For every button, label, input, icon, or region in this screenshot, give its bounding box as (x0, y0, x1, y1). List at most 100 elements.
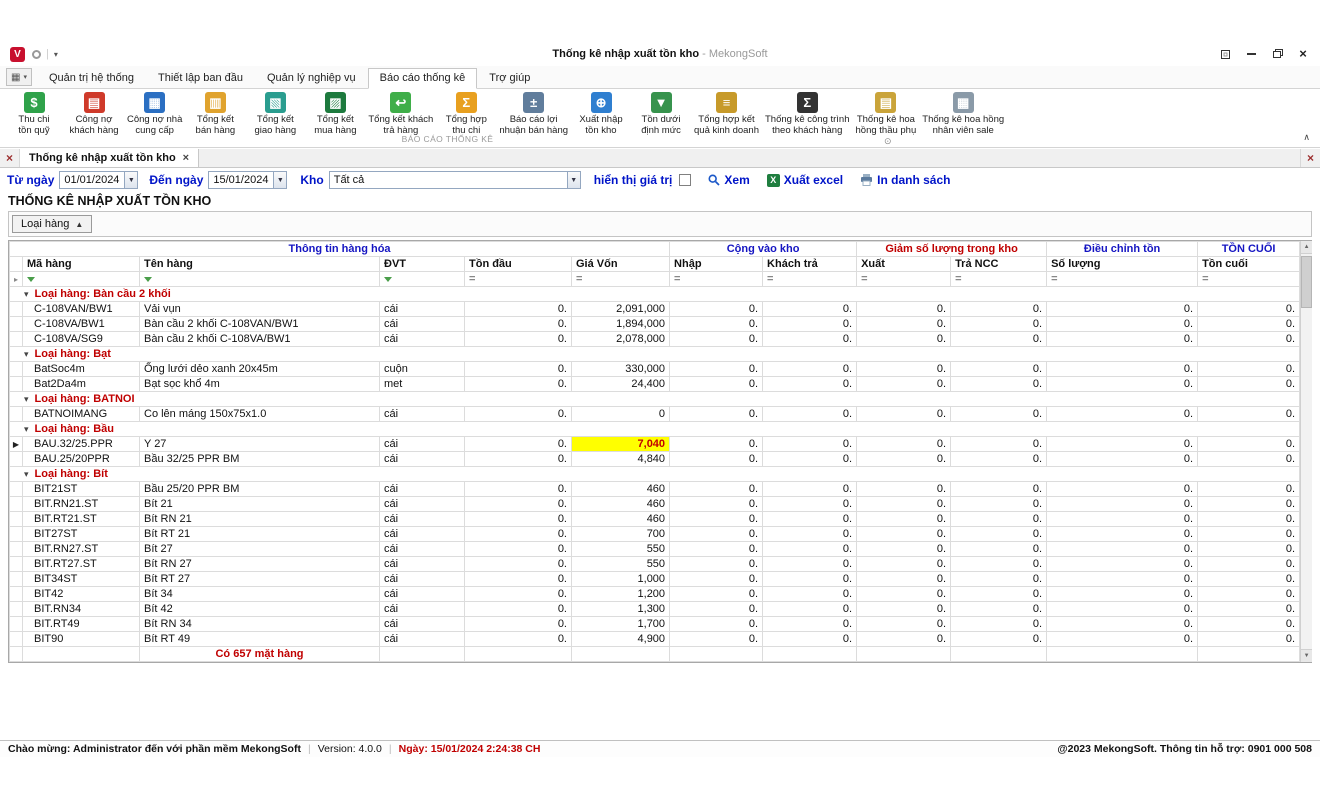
cell-tra-ncc[interactable]: 0. (951, 317, 1047, 332)
cell-xuat[interactable]: 0. (857, 497, 951, 512)
cell-gia-von[interactable]: 4,840 (572, 452, 670, 467)
cell-ten-hang[interactable]: Bít 34 (140, 587, 380, 602)
cell-khach-tra[interactable]: 0. (763, 497, 857, 512)
cell-so-luong[interactable]: 0. (1047, 602, 1198, 617)
cell-ma-hang[interactable]: BIT34ST (23, 572, 140, 587)
warehouse-select[interactable]: Tất cả ▼ (329, 171, 581, 189)
column-header-xuat[interactable]: Xuất (857, 257, 951, 272)
cell-xuat[interactable]: 0. (857, 587, 951, 602)
cell-khach-tra[interactable]: 0. (763, 617, 857, 632)
cell-khach-tra[interactable]: 0. (763, 482, 857, 497)
column-header-ton-cuoi[interactable]: Tồn cuối (1198, 257, 1300, 272)
column-header-so-luong[interactable]: Số lượng (1047, 257, 1198, 272)
cell-so-luong[interactable]: 0. (1047, 572, 1198, 587)
cell-ton-cuoi[interactable]: 0. (1198, 482, 1300, 497)
app-menu-button[interactable]: ▦▾ (6, 68, 32, 86)
tabstrip-close-right-button[interactable]: × (1300, 149, 1320, 167)
ribbon-button-tong-hop-ket-qua-kinh-doanh[interactable]: ≡Tổng hợp kết quả kinh doanh (691, 91, 762, 138)
cell-ton-dau[interactable]: 0. (465, 482, 572, 497)
cell-so-luong[interactable]: 0. (1047, 587, 1198, 602)
cell-ten-hang[interactable]: Vải vụn (140, 302, 380, 317)
cell-dvt[interactable]: cuộn (380, 362, 465, 377)
ribbon-button-xuat-nhap-ton-kho[interactable]: ⊕Xuất nhập tồn kho (571, 91, 631, 138)
cell-ma-hang[interactable]: BatSoc4m (23, 362, 140, 377)
cell-dvt[interactable]: cái (380, 437, 465, 452)
cell-nhap[interactable]: 0. (670, 632, 763, 647)
cell-dvt[interactable]: cái (380, 542, 465, 557)
cell-khach-tra[interactable]: 0. (763, 527, 857, 542)
column-header-khach-tra[interactable]: Khách trả (763, 257, 857, 272)
cell-so-luong[interactable]: 0. (1047, 377, 1198, 392)
cell-gia-von[interactable]: 460 (572, 482, 670, 497)
table-row[interactable]: BIT.RT49Bít RN 34cái0.1,7000.0.0.0.0.0. (10, 617, 1300, 632)
ribbon-button-cong-no-nha-cung-cap[interactable]: ▦Công nợ nhà cung cấp (124, 91, 185, 138)
group-row[interactable]: ▾Loại hàng: Bầu (10, 422, 1300, 437)
cell-nhap[interactable]: 0. (670, 302, 763, 317)
cell-ton-cuoi[interactable]: 0. (1198, 527, 1300, 542)
ribbon-button-tong-hop-thu-chi[interactable]: ΣTổng hợp thu chi (436, 91, 496, 138)
cell-khach-tra[interactable]: 0. (763, 437, 857, 452)
group-row[interactable]: ▾Loại hàng: Bàn cầu 2 khối (10, 287, 1300, 302)
group-row[interactable]: ▾Loại hàng: BATNOI (10, 392, 1300, 407)
cell-xuat[interactable]: 0. (857, 512, 951, 527)
cell-gia-von[interactable]: 4,900 (572, 632, 670, 647)
table-row[interactable]: BIT.RT21.STBít RN 21cái0.4600.0.0.0.0.0. (10, 512, 1300, 527)
cell-so-luong[interactable]: 0. (1047, 362, 1198, 377)
cell-so-luong[interactable]: 0. (1047, 617, 1198, 632)
cell-tra-ncc[interactable]: 0. (951, 482, 1047, 497)
cell-ton-cuoi[interactable]: 0. (1198, 632, 1300, 647)
cell-tra-ncc[interactable]: 0. (951, 452, 1047, 467)
cell-ton-dau[interactable]: 0. (465, 332, 572, 347)
table-row[interactable]: BIT42Bít 34cái0.1,2000.0.0.0.0.0. (10, 587, 1300, 602)
tab-thong-ke-nhap-xuat-ton-kho[interactable]: Thống kê nhập xuất tồn kho × (20, 149, 199, 167)
cell-ten-hang[interactable]: Bầu 25/20 PPR BM (140, 482, 380, 497)
groupby-chip-loai-hang[interactable]: Loại hàng ▲ (12, 215, 92, 233)
table-row[interactable]: ▶BAU.32/25.PPRY 27cái0.7,0400.0.0.0.0.0. (10, 437, 1300, 452)
export-excel-button[interactable]: X Xuất excel (767, 173, 843, 187)
cell-dvt[interactable]: cái (380, 617, 465, 632)
ribbon-collapse-icon[interactable]: ∧ (1303, 132, 1310, 143)
cell-so-luong[interactable]: 0. (1047, 527, 1198, 542)
cell-ton-dau[interactable]: 0. (465, 407, 572, 422)
cell-nhap[interactable]: 0. (670, 452, 763, 467)
cell-khach-tra[interactable]: 0. (763, 317, 857, 332)
cell-nhap[interactable]: 0. (670, 512, 763, 527)
ribbon-button-tong-ket-ban-hang[interactable]: ▥Tổng kết bán hàng (185, 91, 245, 138)
cell-nhap[interactable]: 0. (670, 332, 763, 347)
cell-so-luong[interactable]: 0. (1047, 542, 1198, 557)
collapse-triangle-icon[interactable]: ▾ (24, 423, 29, 435)
table-row[interactable]: C-108VA/SG9Bàn cầu 2 khối C-108VA/BW1cái… (10, 332, 1300, 347)
ribbon-button-cong-no-khach-hang[interactable]: ▤Công nợ khách hàng (64, 91, 124, 138)
cell-ten-hang[interactable]: Bít RN 34 (140, 617, 380, 632)
cell-ma-hang[interactable]: BIT21ST (23, 482, 140, 497)
cell-ma-hang[interactable]: BIT27ST (23, 527, 140, 542)
cell-nhap[interactable]: 0. (670, 437, 763, 452)
cell-ma-hang[interactable]: BIT42 (23, 587, 140, 602)
cell-khach-tra[interactable]: 0. (763, 302, 857, 317)
to-date-dropdown-icon[interactable]: ▼ (273, 172, 286, 188)
column-header-ton-dau[interactable]: Tồn đầu (465, 257, 572, 272)
cell-khach-tra[interactable]: 0. (763, 452, 857, 467)
group-row[interactable]: ▾Loại hàng: Bạt (10, 347, 1300, 362)
menu-tab-bao-cao-thong-ke[interactable]: Báo cáo thống kê (368, 68, 478, 89)
group-row[interactable]: ▾Loại hàng: Bít (10, 467, 1300, 482)
cell-ma-hang[interactable]: BIT.RT27.ST (23, 557, 140, 572)
cell-gia-von[interactable]: 2,078,000 (572, 332, 670, 347)
cell-xuat[interactable]: 0. (857, 557, 951, 572)
cell-gia-von[interactable]: 550 (572, 542, 670, 557)
cell-dvt[interactable]: cái (380, 587, 465, 602)
cell-khach-tra[interactable]: 0. (763, 512, 857, 527)
cell-tra-ncc[interactable]: 0. (951, 512, 1047, 527)
cell-ton-dau[interactable]: 0. (465, 377, 572, 392)
menu-tab-tro-giup[interactable]: Trợ giúp (477, 68, 542, 88)
cell-so-luong[interactable]: 0. (1047, 332, 1198, 347)
menu-tab-quan-ly-nghiep-vu[interactable]: Quản lý nghiệp vụ (255, 68, 368, 88)
column-header-dvt[interactable]: ĐVT (380, 257, 465, 272)
cell-ton-dau[interactable]: 0. (465, 437, 572, 452)
cell-ten-hang[interactable]: Y 27 (140, 437, 380, 452)
table-row[interactable]: C-108VAN/BW1Vải vụncái0.2,091,0000.0.0.0… (10, 302, 1300, 317)
cell-ma-hang[interactable]: BATNOIMANG (23, 407, 140, 422)
cell-so-luong[interactable]: 0. (1047, 557, 1198, 572)
cell-khach-tra[interactable]: 0. (763, 377, 857, 392)
cell-ton-cuoi[interactable]: 0. (1198, 362, 1300, 377)
